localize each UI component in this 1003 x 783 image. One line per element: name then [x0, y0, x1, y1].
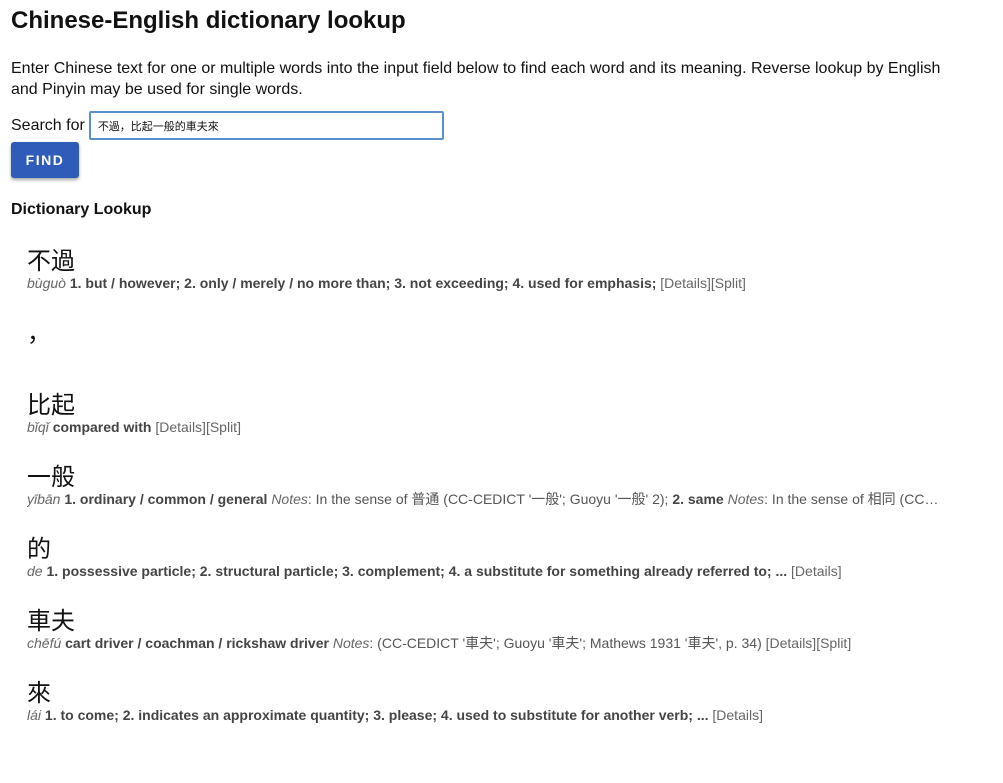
- notes-text: : In the sense of 普通 (CC-CEDICT '一般'; Gu…: [307, 491, 669, 507]
- definition-line: yībān 1. ordinary / common / general Not…: [27, 490, 942, 508]
- details-split-links[interactable]: [Details][Split]: [155, 419, 241, 435]
- english-gloss: 1. but / however; 2. only / merely / no …: [69, 275, 657, 291]
- headword: ，: [27, 319, 51, 347]
- english-gloss: compared with: [52, 419, 152, 435]
- notes-label: Notes: [332, 635, 370, 651]
- find-button[interactable]: FIND: [11, 142, 79, 178]
- definition-line: bǐqǐ compared with [Details][Split]: [27, 418, 942, 436]
- pinyin: de: [27, 563, 43, 579]
- pinyin: lái: [27, 707, 42, 723]
- definition-line: lái 1. to come; 2. indicates an approxim…: [27, 706, 942, 724]
- details-link[interactable]: [Details]: [791, 563, 842, 579]
- search-label: Search for: [11, 116, 85, 134]
- definition-line: chēfú cart driver / coachman / rickshaw …: [27, 634, 942, 652]
- search-input[interactable]: [88, 111, 444, 140]
- details-split-links[interactable]: [Details][Split]: [660, 275, 746, 291]
- entry-yiban: 一般 yībān 1. ordinary / common / general …: [27, 464, 992, 536]
- details-link[interactable]: [Details]: [712, 707, 763, 723]
- search-row: Search for: [11, 111, 992, 140]
- definition-line: de 1. possessive particle; 2. structural…: [27, 562, 942, 580]
- pinyin: chēfú: [27, 635, 62, 651]
- entry-biqi: 比起 bǐqǐ compared with [Details][Split]: [27, 392, 992, 464]
- entry-chefu: 車夫 chēfú cart driver / coachman / ricksh…: [27, 608, 992, 680]
- notes-text: : (CC-CEDICT '車夫'; Guoyu '車夫'; Mathews 1…: [369, 635, 762, 651]
- entries-list: 不過 bùguò 1. but / however; 2. only / mer…: [27, 248, 992, 752]
- english-gloss-2: 2. same: [672, 491, 724, 507]
- intro-text: Enter Chinese text for one or multiple w…: [11, 60, 941, 98]
- pinyin: bùguò: [27, 275, 66, 291]
- entry-de: 的 de 1. possessive particle; 2. structur…: [27, 536, 992, 608]
- notes-label: Notes: [271, 491, 308, 507]
- details-split-links[interactable]: [Details][Split]: [766, 635, 852, 651]
- definition-line: bùguò 1. but / however; 2. only / merely…: [27, 274, 942, 292]
- notes-label-2: Notes: [727, 491, 765, 507]
- english-gloss: 1. possessive particle; 2. structural pa…: [46, 563, 788, 579]
- notes-text-2: : In the sense of 相同 (CC-C…: [764, 491, 942, 507]
- pinyin: bǐqǐ: [27, 419, 49, 435]
- english-gloss: 1. ordinary / common / general: [64, 491, 268, 507]
- headword: 比起: [27, 391, 75, 419]
- headword: 一般: [27, 463, 75, 491]
- entry-buguo: 不過 bùguò 1. but / however; 2. only / mer…: [27, 248, 992, 320]
- pinyin: yībān: [27, 491, 61, 507]
- page-title: Chinese-English dictionary lookup: [11, 7, 406, 34]
- headword: 車夫: [27, 607, 75, 635]
- entry-comma: ，: [27, 320, 992, 392]
- headword: 的: [27, 535, 51, 563]
- english-gloss: 1. to come; 2. indicates an approximate …: [44, 707, 709, 723]
- headword: 不過: [27, 247, 75, 275]
- section-title: Dictionary Lookup: [11, 201, 152, 218]
- entry-lai: 來 lái 1. to come; 2. indicates an approx…: [27, 680, 992, 752]
- headword: 來: [27, 679, 51, 707]
- english-gloss: cart driver / coachman / rickshaw driver: [65, 635, 329, 651]
